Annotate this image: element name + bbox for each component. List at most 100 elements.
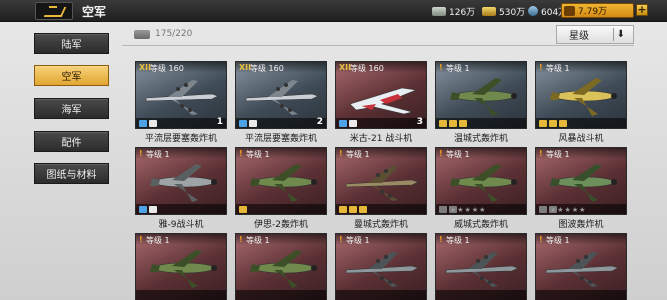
module-badge-icon bbox=[149, 120, 157, 127]
silver-amount: 126万 bbox=[449, 7, 476, 18]
module-badge-icon bbox=[349, 206, 357, 213]
silver-coin-icon bbox=[432, 6, 446, 16]
vehicle-card[interactable]: ! 等级 1 ★★★★★ bbox=[435, 147, 527, 215]
star-rating: ★★★★★ bbox=[550, 206, 587, 214]
card-footer-strip bbox=[436, 290, 526, 300]
card-footer-strip bbox=[236, 204, 326, 214]
alert-icon: ! bbox=[439, 149, 443, 158]
module-badge-icon bbox=[439, 120, 447, 127]
module-badge-icon bbox=[339, 120, 347, 127]
module-badges bbox=[339, 206, 367, 213]
gold-currency[interactable]: 530万 bbox=[482, 4, 525, 18]
aircraft-image bbox=[542, 74, 622, 118]
back-button[interactable] bbox=[35, 2, 73, 20]
vehicle-card[interactable]: ! 等级 1 bbox=[435, 61, 527, 129]
premium-amount: 7.79万 bbox=[578, 7, 608, 17]
top-bar: 空军 126万 530万 604万 7.79万 + bbox=[0, 0, 667, 22]
sidebar-item-3[interactable]: 配件 bbox=[34, 131, 109, 152]
vehicle-level: 等级 1 bbox=[246, 236, 270, 245]
aircraft-image bbox=[342, 74, 422, 118]
alert-icon: ! bbox=[539, 235, 543, 244]
module-badge-icon bbox=[439, 206, 447, 213]
aircraft-image bbox=[242, 160, 322, 204]
vehicle-name: 威城式轰炸机 bbox=[453, 220, 508, 230]
vehicle-grid: XII 等级 160 1 平流层要塞轰炸机 XII 等级 160 2 平流层要塞轰炸机 XI… bbox=[135, 61, 632, 300]
module-badges bbox=[539, 120, 567, 127]
vehicle-card[interactable]: ! 等级 1 bbox=[135, 147, 227, 215]
premium-currency[interactable]: 7.79万 bbox=[561, 3, 634, 18]
alert-icon: ! bbox=[239, 149, 243, 158]
module-badge-icon bbox=[249, 120, 257, 127]
alert-icon: ! bbox=[139, 235, 143, 244]
silver-currency[interactable]: 126万 bbox=[432, 4, 475, 18]
vehicle-name: 平流层要塞轰炸机 bbox=[144, 134, 217, 144]
vehicle-level: 等级 1 bbox=[546, 64, 570, 73]
module-badges bbox=[339, 120, 357, 127]
vehicle-card[interactable]: ! 等级 1 bbox=[235, 233, 327, 300]
vehicle-card[interactable]: ! 等级 1 bbox=[235, 147, 327, 215]
sort-dropdown[interactable]: 星级 ⬇ bbox=[556, 25, 634, 44]
squad-slot-number: 1 bbox=[216, 117, 223, 127]
module-badge-icon bbox=[559, 120, 567, 127]
module-badges bbox=[439, 120, 467, 127]
module-badge-icon bbox=[239, 206, 247, 213]
vehicle-card[interactable]: ! 等级 1 bbox=[335, 147, 427, 215]
alert-icon: ! bbox=[339, 235, 343, 244]
module-badge-icon bbox=[539, 206, 547, 213]
aircraft-image bbox=[242, 246, 322, 290]
vehicle-card[interactable]: ! 等级 1 bbox=[435, 233, 527, 300]
gold-bars-icon bbox=[482, 6, 496, 16]
sidebar-item-4[interactable]: 图纸与材料 bbox=[34, 163, 109, 184]
module-badges bbox=[239, 120, 257, 127]
vehicle-level: 等级 1 bbox=[546, 236, 570, 245]
module-badge-icon bbox=[139, 206, 147, 213]
aircraft-image bbox=[342, 246, 422, 290]
aircraft-image bbox=[442, 246, 522, 290]
card-footer-strip bbox=[236, 290, 326, 300]
module-badge-icon bbox=[359, 206, 367, 213]
vehicle-card[interactable]: XII 等级 160 1 bbox=[135, 61, 227, 129]
vehicle-name: 雅-9战斗机 bbox=[158, 220, 204, 230]
aircraft-image bbox=[542, 246, 622, 290]
vehicle-name: 图波轰炸机 bbox=[558, 220, 604, 230]
vehicle-card[interactable]: XII 等级 160 2 bbox=[235, 61, 327, 129]
vehicle-card[interactable]: ! 等级 1 bbox=[535, 233, 627, 300]
add-currency-button[interactable]: + bbox=[636, 4, 648, 16]
module-badges bbox=[239, 206, 247, 213]
squad-slot-number: 3 bbox=[416, 117, 423, 127]
sort-label: 星级 bbox=[569, 31, 589, 42]
vehicle-level: 等级 1 bbox=[146, 150, 170, 159]
module-badge-icon bbox=[449, 120, 457, 127]
vehicle-level: 等级 1 bbox=[446, 236, 470, 245]
vehicle-card[interactable]: ! 等级 1 bbox=[535, 61, 627, 129]
squad-slot-number: 2 bbox=[316, 117, 323, 127]
vehicle-level: 等级 1 bbox=[346, 236, 370, 245]
premium-chest-icon bbox=[564, 5, 575, 16]
header-divider bbox=[122, 45, 634, 46]
page-title: 空军 bbox=[82, 5, 107, 19]
card-footer-strip bbox=[536, 290, 626, 300]
aircraft-image bbox=[142, 74, 222, 118]
vehicle-card[interactable]: XII 等级 160 3 bbox=[335, 61, 427, 129]
vehicle-card[interactable]: ! 等级 1 ★★★★★ bbox=[535, 147, 627, 215]
bond-icon bbox=[528, 6, 538, 16]
hangar-icon bbox=[134, 29, 150, 39]
sort-divider bbox=[613, 28, 614, 41]
vehicle-level: 等级 1 bbox=[346, 150, 370, 159]
sidebar-item-2[interactable]: 海军 bbox=[34, 98, 109, 119]
module-badge-icon bbox=[539, 120, 547, 127]
vehicle-level: 等级 1 bbox=[246, 150, 270, 159]
vehicle-level: 等级 160 bbox=[250, 64, 284, 73]
vehicle-name: 伊思-2轰炸机 bbox=[254, 220, 308, 230]
hangar-count: 175/220 bbox=[155, 29, 193, 39]
vehicle-level: 等级 160 bbox=[350, 64, 384, 73]
vehicle-card[interactable]: ! 等级 1 bbox=[135, 233, 227, 300]
vehicle-card[interactable]: ! 等级 1 bbox=[335, 233, 427, 300]
alert-icon: ! bbox=[439, 235, 443, 244]
sidebar-item-0[interactable]: 陆军 bbox=[34, 33, 109, 54]
vehicle-level: 等级 1 bbox=[546, 150, 570, 159]
star-rating: ★★★★★ bbox=[450, 206, 487, 214]
vehicle-level: 等级 1 bbox=[146, 236, 170, 245]
module-badge-icon bbox=[149, 206, 157, 213]
sidebar-item-1[interactable]: 空军 bbox=[34, 65, 109, 86]
